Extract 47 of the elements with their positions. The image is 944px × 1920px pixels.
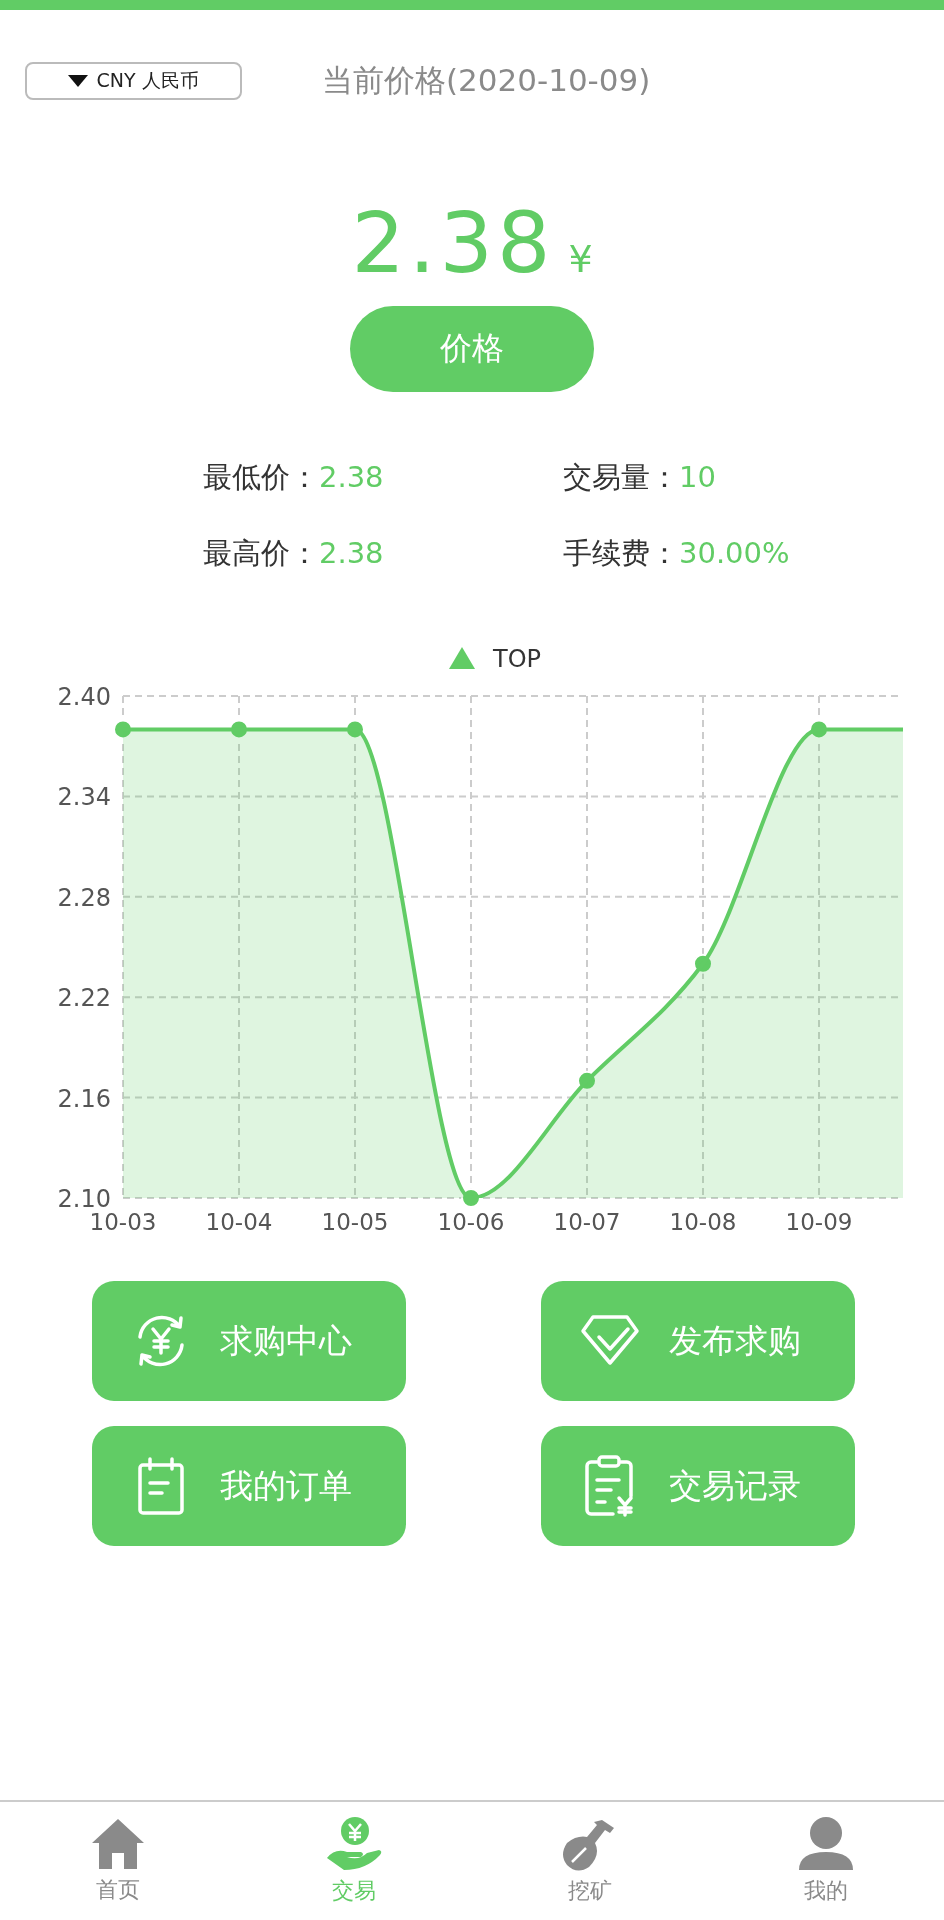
x-axis-label: 10-06 bbox=[437, 1209, 505, 1235]
stat-label: 最高价： bbox=[203, 535, 319, 572]
nav-tab[interactable]: 挖矿 bbox=[472, 1802, 708, 1920]
data-point bbox=[345, 719, 365, 740]
action-button[interactable]: 发布求购 bbox=[541, 1281, 855, 1401]
nav-tab[interactable]: 我的 bbox=[708, 1802, 944, 1920]
data-point bbox=[229, 719, 249, 740]
nav-tab[interactable]: 首页 bbox=[0, 1802, 236, 1920]
stat-value: 10 bbox=[679, 460, 716, 494]
stat-value: 2.38 bbox=[319, 460, 384, 494]
data-point bbox=[577, 1070, 597, 1091]
stat-label: 手续费： bbox=[563, 535, 679, 572]
currency-value: CNY 人民币 bbox=[96, 68, 199, 93]
legend-label: TOP bbox=[493, 645, 542, 673]
action-button[interactable]: 我的订单 bbox=[92, 1426, 406, 1546]
y-axis-label: 2.40 bbox=[57, 683, 111, 711]
y-axis-label: 2.34 bbox=[57, 783, 111, 812]
stat-label: 交易量： bbox=[563, 459, 679, 496]
price-value: 2.38 bbox=[351, 194, 555, 292]
y-axis-label: 2.28 bbox=[57, 883, 111, 912]
currency-dropdown[interactable]: CNY 人民币 bbox=[25, 62, 242, 100]
y-axis-label: 2.22 bbox=[57, 984, 111, 1013]
data-point bbox=[809, 719, 829, 740]
home-icon bbox=[90, 1817, 146, 1871]
action-button[interactable]: 求购中心 bbox=[92, 1281, 406, 1401]
x-axis-label: 10-07 bbox=[553, 1209, 621, 1235]
caret-icon bbox=[68, 75, 89, 87]
data-point bbox=[693, 953, 713, 974]
x-axis-label: 10-05 bbox=[321, 1209, 389, 1235]
data-point bbox=[461, 1188, 481, 1208]
x-axis-label: 10-04 bbox=[205, 1209, 273, 1235]
stat-label: 最低价： bbox=[203, 459, 319, 496]
coin-hand-icon bbox=[325, 1816, 383, 1872]
stat-value: 2.38 bbox=[319, 536, 384, 570]
x-axis-label: 10-08 bbox=[669, 1209, 737, 1235]
price-button[interactable]: 价格 bbox=[350, 306, 594, 392]
calendar-icon bbox=[136, 1455, 186, 1517]
y-axis-label: 2.16 bbox=[57, 1084, 111, 1113]
page-title: 当前价格(2020-10-09) bbox=[322, 61, 651, 100]
profile-icon bbox=[797, 1816, 855, 1872]
legend-icon bbox=[449, 647, 475, 669]
nav-tab[interactable]: 交易 bbox=[236, 1802, 472, 1920]
price-unit: ¥ bbox=[568, 237, 593, 281]
stat-value: 30.00% bbox=[679, 536, 790, 570]
x-axis-label: 10-09 bbox=[785, 1209, 853, 1235]
action-button[interactable]: 交易记录 bbox=[541, 1426, 855, 1546]
data-point bbox=[113, 719, 133, 740]
